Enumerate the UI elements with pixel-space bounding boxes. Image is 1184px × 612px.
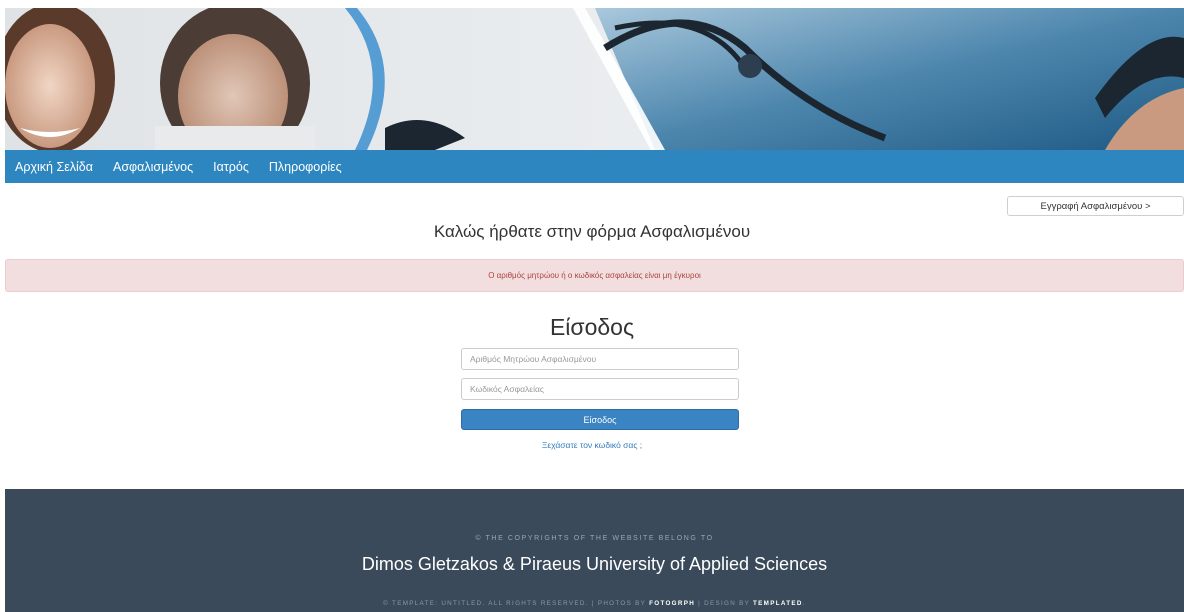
forgot-password-row: Ξεχάσατε τον κωδικό σας ; (0, 440, 1184, 450)
footer-credits-suffix: . (802, 600, 806, 607)
error-alert-message: Ο αριθμός μητρώου ή ο κωδικός ασφαλείας … (488, 271, 701, 280)
footer-credits: © TEMPLATE: UNTITLED. ALL RIGHTS RESERVE… (5, 600, 1184, 607)
footer-photos-link[interactable]: FOTOGRPH (649, 600, 695, 607)
register-insured-button[interactable]: Εγγραφή Ασφαλισμένου > (1007, 196, 1184, 216)
login-submit-button[interactable]: Είσοδος (461, 409, 739, 430)
login-heading: Είσοδος (549, 314, 635, 340)
site-footer: © THE COPYRIGHTS OF THE WEBSITE BELONG T… (5, 489, 1184, 612)
registration-number-input[interactable] (461, 348, 739, 370)
error-alert: Ο αριθμός μητρώου ή ο κωδικός ασφαλείας … (5, 259, 1184, 292)
footer-copyright-line: © THE COPYRIGHTS OF THE WEBSITE BELONG T… (475, 535, 714, 542)
nav-item-doctor[interactable]: Ιατρός (213, 160, 249, 174)
footer-design-link[interactable]: TEMPLATED (753, 600, 803, 607)
footer-owner: Dimos Gletzakos & Piraeus University of … (361, 554, 828, 574)
nav-item-insured[interactable]: Ασφαλισμένος (113, 160, 193, 174)
footer-credits-prefix: © TEMPLATE: UNTITLED. ALL RIGHTS RESERVE… (383, 600, 650, 607)
nav-item-home[interactable]: Αρχική Σελίδα (15, 160, 93, 174)
nav-item-info[interactable]: Πληροφορίες (269, 160, 342, 174)
security-code-input[interactable] (461, 378, 739, 400)
page-title: Καλώς ήρθατε στην φόρμα Ασφαλισμένου (433, 222, 751, 241)
forgot-password-link[interactable]: Ξεχάσατε τον κωδικό σας ; (542, 440, 642, 450)
footer-credits-mid: | DESIGN BY (695, 600, 754, 607)
header-banner-image (5, 8, 1184, 150)
main-navigation: Αρχική Σελίδα Ασφαλισμένος Ιατρός Πληροφ… (5, 150, 1184, 183)
